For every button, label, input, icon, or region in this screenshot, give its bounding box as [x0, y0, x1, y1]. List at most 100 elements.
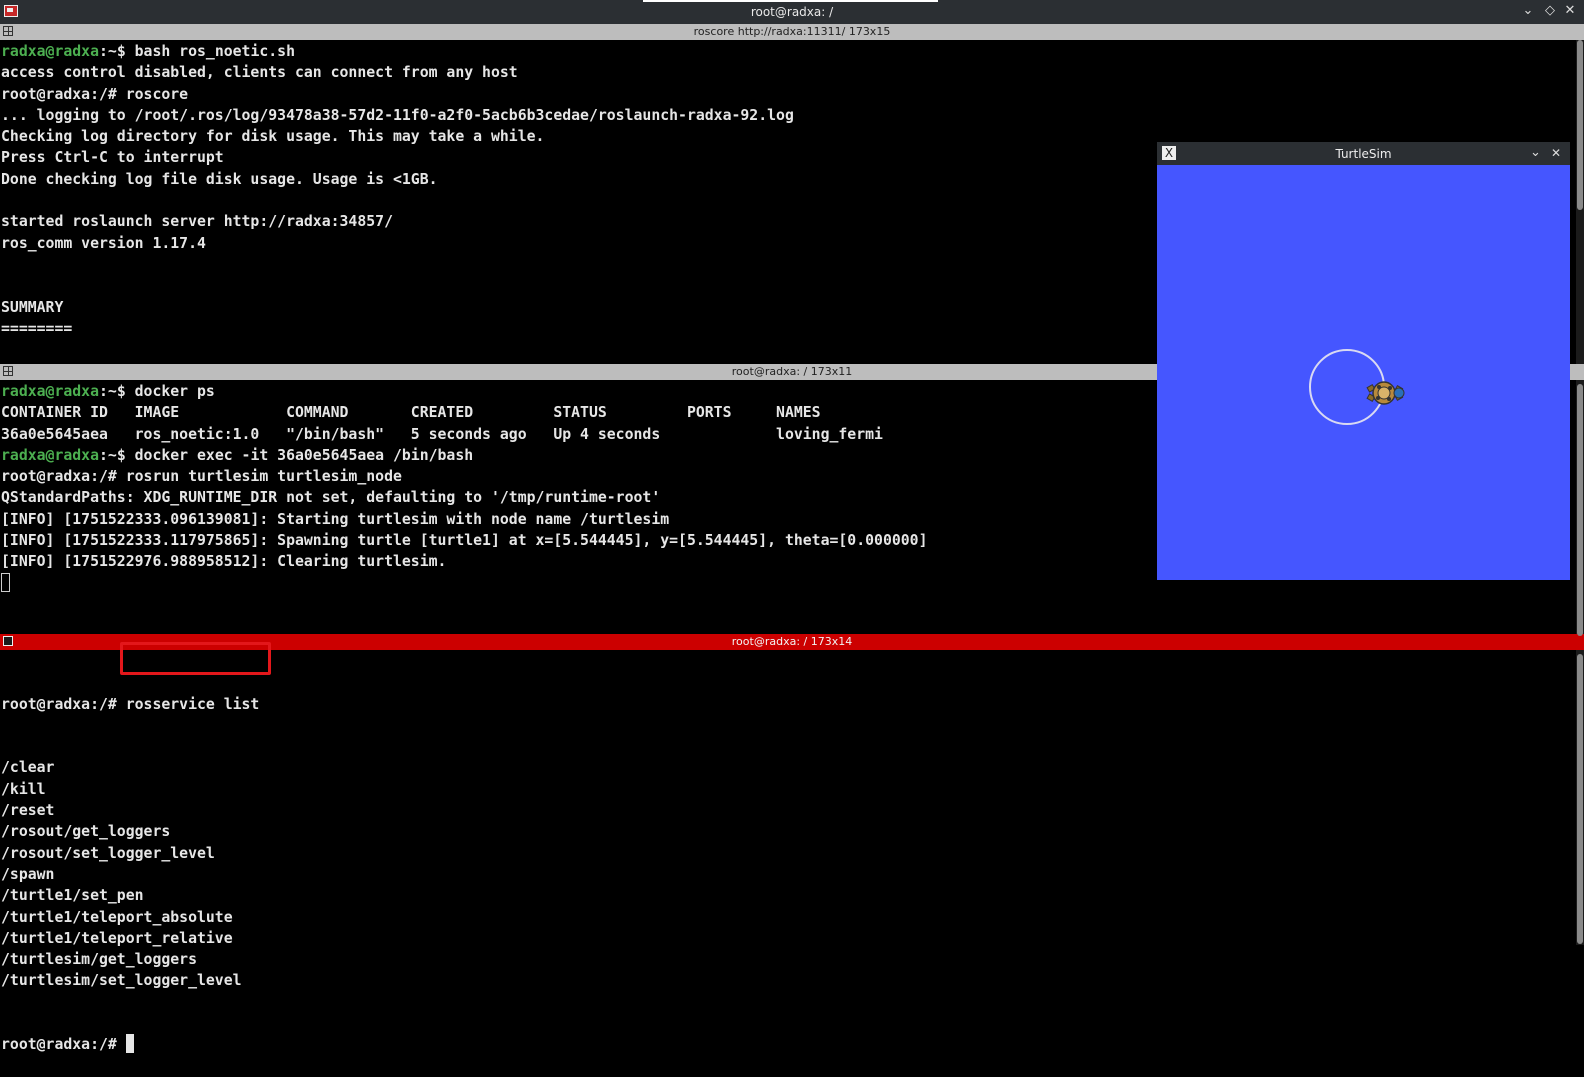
line-text: ros_comm version 1.17.4 — [1, 234, 206, 252]
window-titlebar[interactable]: root@radxa: / ⌄ ◇ ✕ — [0, 0, 1584, 24]
scrollbar-thumb[interactable] — [1577, 654, 1583, 944]
line-text: ... logging to /root/.ros/log/93478a38-5… — [1, 106, 794, 124]
line-text: bash ros_noetic.sh — [134, 43, 295, 60]
terminal-line: access control disabled, clients can con… — [1, 62, 794, 83]
terminal-line: QStandardPaths: XDG_RUNTIME_DIR not set,… — [1, 487, 927, 508]
diamond-icon[interactable]: ◇ — [1543, 4, 1557, 18]
chevron-down-icon[interactable]: ⌄ — [1521, 4, 1535, 18]
window-title: root@radxa: / — [750, 5, 834, 19]
terminal-line: [INFO] [1751522976.988958512]: Clearing … — [1, 551, 927, 572]
line-text: started roslaunch server http://radxa:34… — [1, 213, 393, 231]
line-text: docker exec -it 36a0e5645aea /bin/bash — [134, 446, 474, 464]
line-text: /rosout/set_logger_level — [1, 844, 215, 862]
close-icon[interactable]: ✕ — [1551, 146, 1561, 160]
line-text: [INFO] [1751522333.096139081]: Starting … — [1, 510, 670, 528]
terminal-line: Done checking log file disk usage. Usage… — [1, 169, 794, 190]
line-text: /clear — [1, 759, 55, 777]
turtlesim-titlebar[interactable]: X TurtleSim ⌄ ✕ — [1157, 142, 1570, 165]
prompt-suffix: :~$ — [99, 446, 135, 464]
line-text: [INFO] [1751522976.988958512]: Clearing … — [1, 553, 447, 571]
terminal-line: CONTAINER ID IMAGE COMMAND CREATED STATU… — [1, 402, 927, 423]
terminal-line: radxa@radxa:~$ bash ros_noetic.sh — [1, 41, 794, 62]
terminal-line: Press Ctrl-C to interrupt — [1, 147, 794, 168]
cursor-line[interactable] — [1, 572, 927, 594]
turtlesim-title: TurtleSim — [1335, 147, 1392, 161]
chevron-down-icon[interactable]: ⌄ — [1530, 145, 1541, 160]
prompt-user: radxa@radxa — [1, 383, 99, 400]
line-text: /kill — [1, 780, 46, 798]
terminal-line: /turtlesim/set_logger_level — [1, 970, 259, 991]
scrollbar-roscore[interactable] — [1576, 40, 1584, 364]
terminal-line: SUMMARY — [1, 297, 794, 318]
terminal-line: root@radxa:/# roscore — [1, 84, 794, 105]
terminal-line: radxa@radxa:~$ docker exec -it 36a0e5645… — [1, 445, 927, 466]
command-prompt: root@radxa:/# — [1, 695, 126, 713]
terminal-line: Checking log directory for disk usage. T… — [1, 126, 794, 147]
terminal-line: ... logging to /root/.ros/log/93478a38-5… — [1, 105, 794, 126]
scrollbar-thumb[interactable] — [1577, 384, 1583, 636]
terminal-line: [INFO] [1751522333.117975865]: Spawning … — [1, 530, 927, 551]
terminal-line: radxa@radxa:~$ docker ps — [1, 381, 927, 402]
terminal-line: /turtlesim/get_loggers — [1, 949, 259, 970]
prompt-suffix: :~$ — [99, 43, 135, 60]
line-text: root@radxa:/# rosrun turtlesim turtlesim… — [1, 468, 402, 486]
close-icon[interactable]: ✕ — [1563, 4, 1577, 18]
prompt-user: radxa@radxa — [1, 446, 99, 464]
line-text: /turtlesim/get_loggers — [1, 951, 197, 969]
line-text: /turtle1/set_pen — [1, 887, 144, 905]
final-prompt: root@radxa:/# — [1, 1036, 126, 1054]
line-text: 36a0e5645aea ros_noetic:1.0 "/bin/bash" … — [1, 425, 883, 443]
line-text: CONTAINER ID IMAGE COMMAND CREATED STATU… — [1, 404, 821, 422]
terminal-line: /rosout/set_logger_level — [1, 843, 259, 864]
text-cursor — [125, 1034, 134, 1054]
line-text: Done checking log file disk usage. Usage… — [1, 170, 438, 188]
terminal-pane-active[interactable]: root@radxa:/# rosservice list /clear/kil… — [1, 651, 259, 1077]
terminal-line: [INFO] [1751522333.096139081]: Starting … — [1, 509, 927, 530]
pane-title: roscore http://radxa:11311/ 173x15 — [693, 25, 891, 38]
titlebar-accent — [643, 0, 938, 2]
line-text: /rosout/get_loggers — [1, 823, 171, 841]
line-text: root@radxa:/# roscore — [1, 85, 189, 103]
terminal-line: /turtle1/teleport_absolute — [1, 907, 259, 928]
pane-header-roscore[interactable]: roscore http://radxa:11311/ 173x15 — [0, 24, 1584, 40]
terminal-line: ros_comm version 1.17.4 — [1, 233, 794, 254]
prompt-suffix: :~$ — [99, 383, 135, 400]
terminal-line: /kill — [1, 779, 259, 800]
line-text: Checking log directory for disk usage. T… — [1, 128, 545, 146]
terminal-line: /rosout/get_loggers — [1, 821, 259, 842]
final-prompt-line[interactable]: root@radxa:/# — [1, 1034, 259, 1055]
terminal-line: started roslaunch server http://radxa:34… — [1, 211, 794, 232]
line-text: ======== — [1, 319, 73, 337]
command-line: root@radxa:/# rosservice list — [1, 694, 259, 715]
line-text: Press Ctrl-C to interrupt — [1, 149, 224, 167]
line-text: /turtle1/teleport_relative — [1, 929, 233, 947]
scrollbar-active[interactable] — [1576, 650, 1584, 945]
terminal-pane-shell[interactable]: radxa@radxa:~$ docker ps CONTAINER ID IMA… — [1, 381, 927, 594]
line-text: access control disabled, clients can con… — [1, 64, 518, 82]
terminal-line: /clear — [1, 757, 259, 778]
terminal-line: /turtle1/set_pen — [1, 885, 259, 906]
turtle-icon — [1366, 381, 1405, 405]
line-text: SUMMARY — [1, 298, 64, 316]
command-text: rosservice list — [125, 695, 260, 713]
scrollbar-thumb[interactable] — [1577, 40, 1583, 210]
terminal-line: /turtle1/teleport_relative — [1, 928, 259, 949]
line-text: [INFO] [1751522333.117975865]: Spawning … — [1, 532, 928, 550]
line-text: QStandardPaths: XDG_RUNTIME_DIR not set,… — [1, 489, 661, 507]
scrollbar-shell[interactable] — [1576, 380, 1584, 636]
terminal-line: /spawn — [1, 864, 259, 885]
prompt-user: radxa@radxa — [1, 43, 99, 60]
line-text: docker ps — [134, 383, 215, 400]
terminal-line: /reset — [1, 800, 259, 821]
line-text: /turtle1/teleport_absolute — [1, 908, 233, 926]
command-highlight-box — [120, 642, 271, 675]
text-cursor — [1, 572, 10, 592]
terminal-line: ======== — [1, 318, 794, 339]
turtlesim-window[interactable]: X TurtleSim ⌄ ✕ — [1157, 142, 1570, 580]
line-text: /reset — [1, 802, 55, 820]
terminal-line: 36a0e5645aea ros_noetic:1.0 "/bin/bash" … — [1, 424, 927, 445]
terminal-pane-roscore[interactable]: radxa@radxa:~$ bash ros_noetic.shaccess … — [1, 41, 794, 339]
